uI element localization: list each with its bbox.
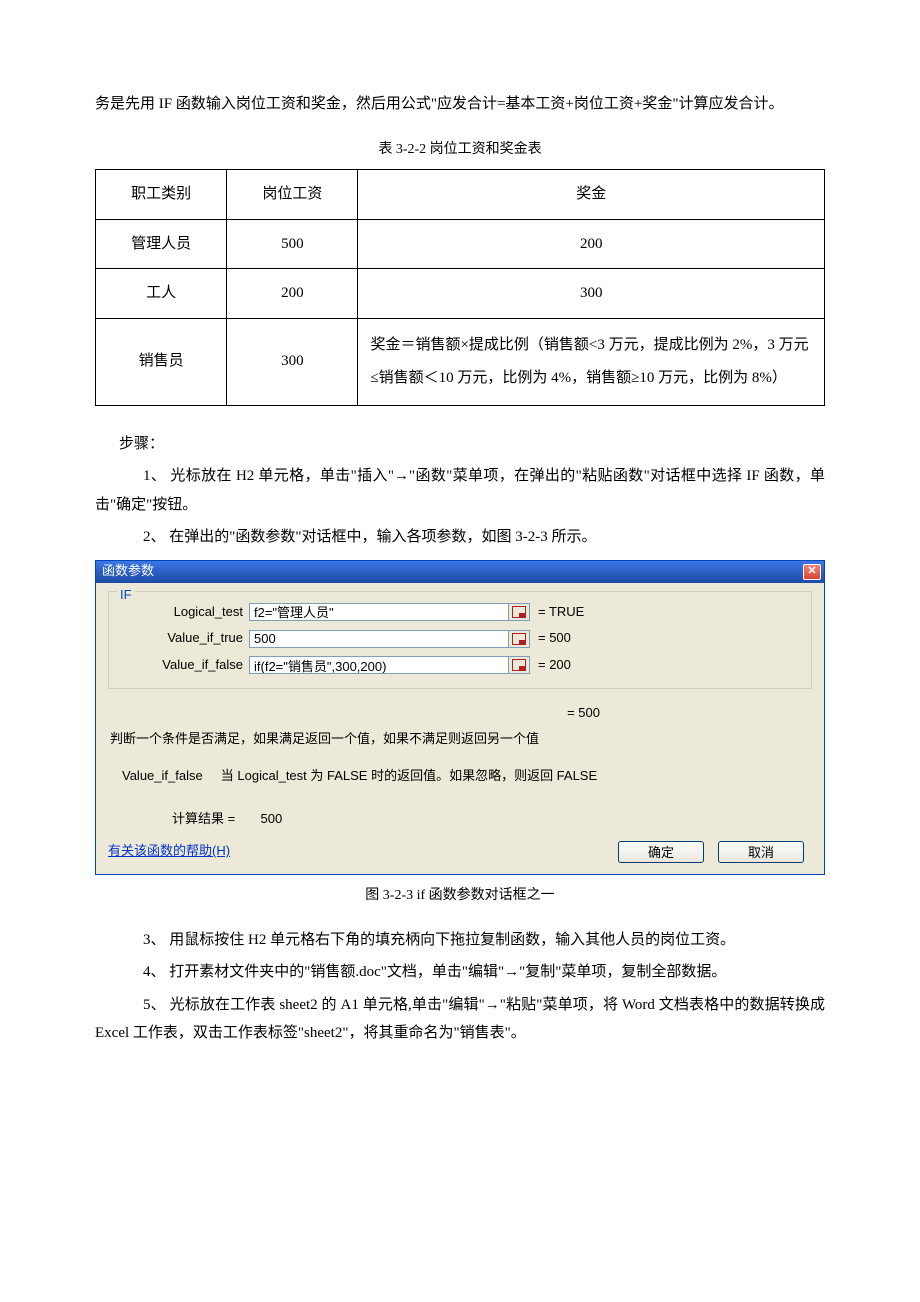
fieldset-legend: IF	[117, 583, 135, 608]
dialog-title: 函数参数	[102, 559, 154, 584]
param-description: Value_if_false 当 Logical_test 为 FALSE 时的…	[110, 764, 810, 789]
intro-paragraph: 务是先用 IF 函数输入岗位工资和奖金，然后用公式"应发合计=基本工资+岗位工资…	[95, 90, 825, 119]
cancel-button[interactable]: 取消	[718, 841, 804, 863]
table-cell: 工人	[96, 269, 227, 319]
table-header: 岗位工资	[227, 170, 358, 220]
step-item: 5、 光标放在工作表 sheet2 的 A1 单元格,单击"编辑"→"粘贴"菜单…	[95, 991, 825, 1048]
param-desc-text: 当 Logical_test 为 FALSE 时的返回值。如果忽略，则返回 FA…	[221, 768, 597, 783]
param-result: = 500	[530, 626, 571, 651]
range-selector-icon[interactable]	[508, 630, 530, 648]
range-selector-icon[interactable]	[508, 656, 530, 674]
dialog-footer: 有关该函数的帮助(H) 确定 取消	[108, 839, 812, 864]
step-item: 1、 光标放在 H2 单元格，单击"插入"→"函数"菜单项，在弹出的"粘贴函数"…	[95, 462, 825, 519]
table-header: 奖金	[358, 170, 825, 220]
overall-result: = 500	[110, 701, 810, 726]
param-result: = 200	[530, 653, 571, 678]
param-result: = TRUE	[530, 600, 584, 625]
param-label: Value_if_true	[119, 626, 249, 651]
calc-label: 计算结果 =	[172, 811, 235, 826]
step-item: 3、 用鼠标按住 H2 单元格右下角的填充柄向下拖拉复制函数，输入其他人员的岗位…	[95, 926, 825, 955]
figure-caption: 图 3-2-3 if 函数参数对话框之一	[95, 883, 825, 910]
table-cell: 200	[358, 219, 825, 269]
help-link[interactable]: 有关该函数的帮助(H)	[108, 839, 230, 864]
table-row: 工人 200 300	[96, 269, 825, 319]
table-row: 销售员 300 奖金＝销售额×提成比例（销售额<3 万元，提成比例为 2%，3 …	[96, 318, 825, 405]
description-block: = 500 判断一个条件是否满足，如果满足返回一个值，如果不满足则返回另一个值 …	[108, 695, 812, 836]
param-row: Value_if_true = 500	[119, 626, 801, 651]
table-header-row: 职工类别 岗位工资 奖金	[96, 170, 825, 220]
step-item: 4、 打开素材文件夹中的"销售额.doc"文档，单击"编辑"→"复制"菜单项，复…	[95, 958, 825, 987]
table-cell: 管理人员	[96, 219, 227, 269]
if-fieldset: IF Logical_test = TRUE Value_if_true = 5…	[108, 591, 812, 689]
table-cell: 300	[358, 269, 825, 319]
calc-value: 500	[261, 811, 283, 826]
table-cell: 200	[227, 269, 358, 319]
dialog-body: IF Logical_test = TRUE Value_if_true = 5…	[96, 583, 824, 875]
table-row: 管理人员 500 200	[96, 219, 825, 269]
value-if-false-input[interactable]	[249, 656, 509, 674]
function-args-dialog: 函数参数 ✕ IF Logical_test = TRUE Value_if_t…	[95, 560, 825, 876]
table-caption: 表 3-2-2 岗位工资和奖金表	[95, 137, 825, 164]
button-group: 确定 取消	[618, 841, 812, 863]
param-row: Logical_test = TRUE	[119, 600, 801, 625]
table-cell: 销售员	[96, 318, 227, 405]
steps-section: 步骤： 1、 光标放在 H2 单元格，单击"插入"→"函数"菜单项，在弹出的"粘…	[95, 430, 825, 552]
table-cell: 500	[227, 219, 358, 269]
param-label: Value_if_false	[119, 653, 249, 678]
salary-bonus-table: 职工类别 岗位工资 奖金 管理人员 500 200 工人 200 300 销售员…	[95, 169, 825, 406]
ok-button[interactable]: 确定	[618, 841, 704, 863]
range-selector-icon[interactable]	[508, 603, 530, 621]
value-if-true-input[interactable]	[249, 630, 509, 648]
table-header: 职工类别	[96, 170, 227, 220]
close-icon[interactable]: ✕	[803, 564, 821, 580]
param-label: Logical_test	[119, 600, 249, 625]
calc-result-line: 计算结果 = 500	[110, 807, 810, 832]
param-desc-label: Value_if_false	[122, 768, 203, 783]
table-cell: 300	[227, 318, 358, 405]
table-cell: 奖金＝销售额×提成比例（销售额<3 万元，提成比例为 2%，3 万元≤销售额＜1…	[358, 318, 825, 405]
dialog-title-bar: 函数参数 ✕	[96, 561, 824, 583]
param-row: Value_if_false = 200	[119, 653, 801, 678]
function-description: 判断一个条件是否满足，如果满足返回一个值，如果不满足则返回另一个值	[110, 727, 810, 752]
steps-label: 步骤：	[95, 430, 825, 459]
step-item: 2、 在弹出的"函数参数"对话框中，输入各项参数，如图 3-2-3 所示。	[95, 523, 825, 552]
logical-test-input[interactable]	[249, 603, 509, 621]
